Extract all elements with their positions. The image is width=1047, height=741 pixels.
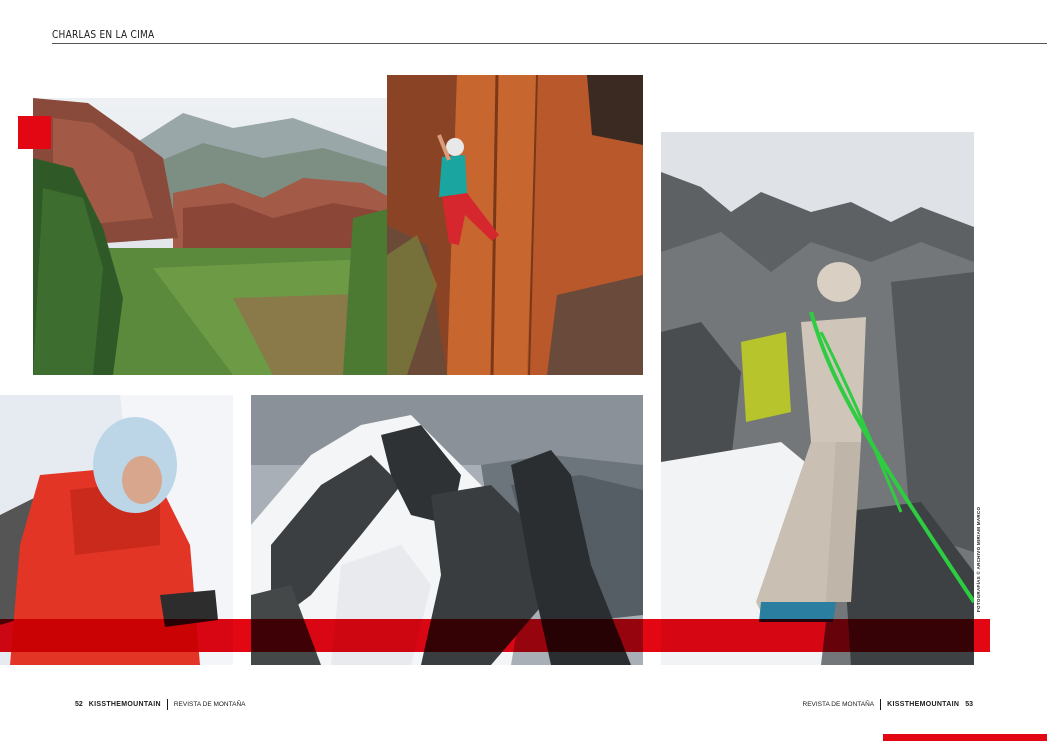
magazine-name-right: REVISTA DE MONTAÑA [802,701,875,708]
photo-credit: FOTOGRAFÍAS © ARCHIVO MIRIAM MARCO [976,506,981,612]
header-rule [52,43,1047,44]
magazine-name-left: REVISTA DE MONTAÑA [173,701,246,708]
page-number-left: 52 [75,701,83,708]
brand-name-left: KISSTHEMOUNTAIN [88,701,161,708]
page-number-right: 53 [965,701,973,708]
red-accent-square [18,116,51,149]
section-title: CHARLAS EN LA CIMA [52,28,155,41]
brand-name-right: KISSTHEMOUNTAIN [887,701,960,708]
footer-separator-right [880,699,882,710]
red-accent-band [0,619,990,652]
footer-right: REVISTA DE MONTAÑA KISSTHEMOUNTAIN 53 [803,699,973,710]
red-corner-bar [883,734,1047,741]
footer-separator-left [166,699,168,710]
photo-alpine-climber [661,132,974,665]
photo-rock-climber [387,75,643,375]
photo-valley-landscape [33,98,391,375]
footer-left: 52 KISSTHEMOUNTAIN REVISTA DE MONTAÑA [75,699,245,710]
